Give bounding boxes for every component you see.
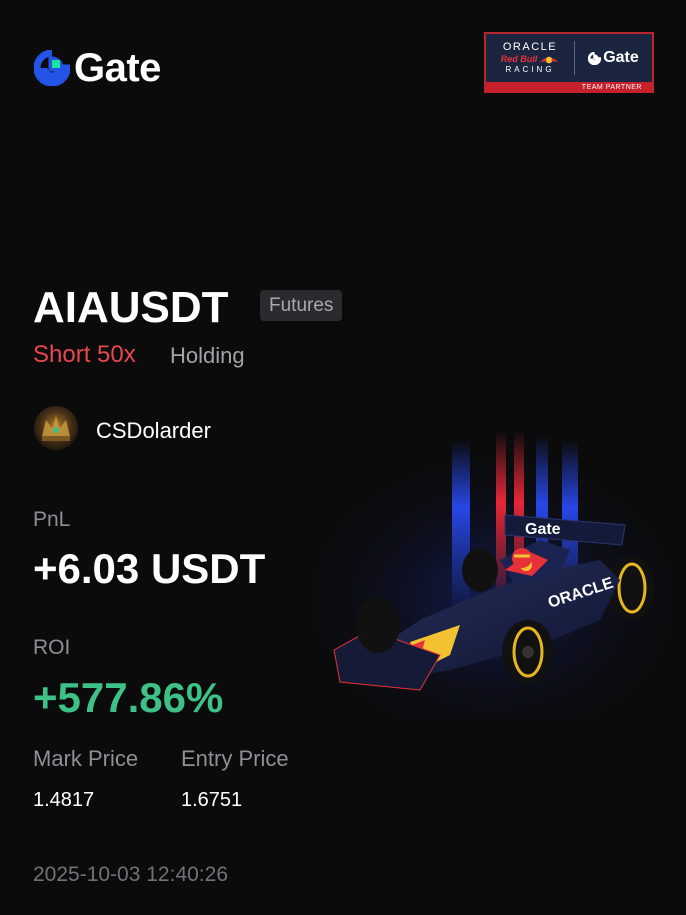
partner-oracle-text: ORACLE — [502, 41, 558, 53]
partner-gate-text: Gate — [603, 49, 639, 66]
rear-tyre-left — [462, 548, 498, 592]
roi-label: ROI — [33, 636, 71, 659]
rear-wing-text: Gate — [525, 521, 561, 538]
trading-pair: AIAUSDT — [33, 283, 229, 332]
roi-value: +577.86% — [33, 674, 224, 721]
partner-footer-text: TEAM PARTNER — [581, 84, 642, 91]
entry-price-value: 1.6751 — [181, 789, 243, 811]
gate-small-icon — [588, 51, 602, 65]
market-type-tag: Futures — [260, 290, 343, 321]
position-side: Short 50x — [33, 341, 136, 368]
mark-price-label: Mark Price — [33, 746, 139, 771]
pnl-value: +6.03 USDT — [33, 545, 266, 592]
gate-logo-text: Gate — [74, 46, 161, 90]
driver-helmet — [512, 548, 532, 568]
avatar-image — [34, 406, 78, 450]
redbull-icon — [540, 56, 559, 63]
partner-racing-text: RACING — [505, 65, 555, 74]
share-card: Gate ORACLE Red Bull RACING Gate TEAM PA… — [0, 0, 686, 915]
gate-logo: Gate — [34, 48, 161, 88]
partner-redbull-label: Red Bull — [500, 54, 538, 64]
mark-price-value: 1.4817 — [33, 789, 95, 811]
username: CSDolarder — [96, 418, 211, 443]
f1-car-illustration: Gate ORACLE — [300, 420, 686, 720]
wheel-hub — [522, 646, 534, 658]
partner-redbull-text: Red Bull — [501, 54, 560, 65]
avatar — [34, 406, 78, 450]
position-status: Holding — [170, 343, 245, 368]
timestamp: 2025-10-03 12:40:26 — [33, 863, 228, 886]
entry-price-label: Entry Price — [181, 746, 289, 771]
team-partner-badge: ORACLE Red Bull RACING Gate TEAM PARTNER — [484, 32, 654, 93]
gate-logo-icon — [34, 50, 70, 86]
pnl-label: PnL — [33, 508, 71, 531]
front-tyre-left — [356, 597, 400, 653]
